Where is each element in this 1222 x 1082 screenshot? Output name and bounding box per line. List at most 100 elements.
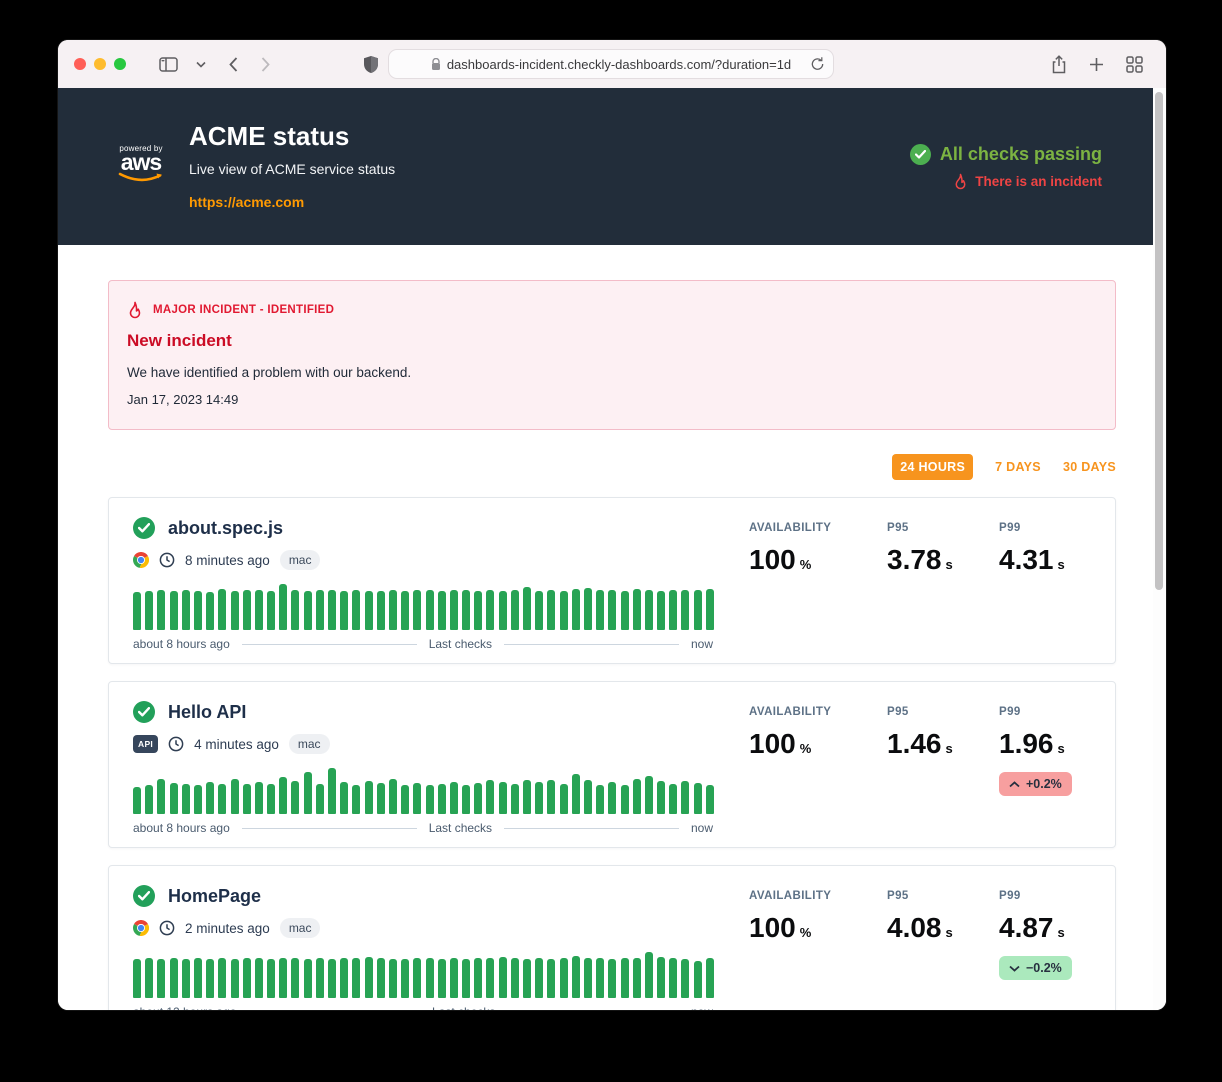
check-result-bar (182, 959, 190, 998)
status-incident-label: There is an incident (975, 174, 1102, 189)
check-result-bar (133, 959, 141, 998)
new-tab-icon[interactable] (1089, 57, 1104, 72)
status-ok-label: All checks passing (940, 144, 1102, 165)
check-result-bar (523, 959, 531, 998)
tab-30-days[interactable]: 30 DAYS (1063, 460, 1116, 474)
check-passing-icon (133, 517, 155, 539)
check-result-bar (279, 958, 287, 998)
check-result-bar (279, 584, 287, 630)
close-window-button[interactable] (74, 58, 86, 70)
chevron-down-icon[interactable] (196, 61, 206, 68)
tab-24-hours[interactable]: 24 HOURS (892, 454, 973, 480)
last-run-time: 4 minutes ago (194, 737, 279, 752)
tab-7-days[interactable]: 7 DAYS (995, 460, 1041, 474)
service-link[interactable]: https://acme.com (189, 194, 304, 210)
check-result-bar (523, 587, 531, 630)
check-result-bar (133, 592, 141, 630)
check-result-bar (633, 958, 641, 998)
check-result-bar (291, 958, 299, 998)
p99-delta-badge-up: +0.2% (999, 772, 1072, 796)
axis-end-label: now (691, 1005, 713, 1010)
incident-date: Jan 17, 2023 14:49 (127, 392, 1097, 407)
axis-mid-label: Last checks (429, 637, 492, 651)
check-result-bar (535, 782, 543, 814)
address-bar[interactable]: dashboards-incident.checkly-dashboards.c… (388, 49, 834, 79)
check-passing-icon (133, 885, 155, 907)
last-run-time: 8 minutes ago (185, 553, 270, 568)
clock-icon (168, 736, 184, 752)
check-result-bar (267, 959, 275, 998)
check-result-bar (450, 590, 458, 630)
check-result-bar (511, 784, 519, 814)
check-result-bar (657, 781, 665, 814)
scrollbar-track[interactable] (1153, 88, 1166, 1010)
chrome-icon (133, 920, 149, 936)
check-result-bar (706, 785, 714, 814)
p99-delta-badge-down: −0.2% (999, 956, 1072, 980)
check-result-bar (291, 590, 299, 630)
check-result-bar (206, 959, 214, 998)
incident-status[interactable]: There is an incident (910, 173, 1102, 190)
share-icon[interactable] (1051, 55, 1067, 74)
check-card-homepage[interactable]: HomePage 2 min (108, 865, 1116, 1010)
check-results-chart[interactable] (133, 952, 713, 998)
check-result-bar (145, 591, 153, 630)
check-name: Hello API (168, 702, 246, 723)
back-icon[interactable] (229, 57, 238, 72)
check-card-hello-api[interactable]: Hello API API 4 minutes ago mac about 8 … (108, 681, 1116, 848)
p99-label: P99 (999, 890, 1091, 902)
check-result-bar (304, 772, 312, 814)
check-result-bar (316, 784, 324, 814)
incident-message: We have identified a problem with our ba… (127, 365, 1097, 380)
check-result-bar (413, 958, 421, 998)
check-results-chart[interactable] (133, 584, 713, 630)
page-subtitle: Live view of ACME service status (189, 161, 910, 177)
check-result-bar (157, 959, 165, 998)
refresh-icon[interactable] (810, 56, 825, 75)
check-result-bar (645, 590, 653, 630)
check-result-bar (389, 779, 397, 814)
incident-title: New incident (127, 331, 1097, 351)
check-result-bar (608, 959, 616, 998)
axis-end-label: now (691, 821, 713, 835)
check-result-bar (401, 959, 409, 998)
check-results-chart[interactable] (133, 768, 713, 814)
browser-toolbar: dashboards-incident.checkly-dashboards.c… (58, 40, 1166, 88)
check-result-bar (145, 785, 153, 814)
check-card-about-spec-js[interactable]: about.spec.js (108, 497, 1116, 664)
check-result-bar (499, 591, 507, 630)
check-result-bar (657, 591, 665, 630)
aws-wordmark: aws (115, 153, 167, 171)
check-result-bar (267, 784, 275, 814)
axis-start-label: about 8 hours ago (133, 637, 230, 651)
check-result-bar (401, 785, 409, 814)
check-result-bar (657, 957, 665, 998)
check-result-bar (584, 780, 592, 814)
check-result-bar (560, 958, 568, 998)
check-result-bar (584, 588, 592, 630)
browser-window: dashboards-incident.checkly-dashboards.c… (58, 40, 1166, 1010)
check-result-bar (389, 590, 397, 630)
check-result-bar (170, 958, 178, 998)
check-result-bar (694, 783, 702, 814)
check-result-bar (218, 589, 226, 630)
scrollbar-thumb[interactable] (1155, 92, 1163, 590)
zoom-window-button[interactable] (114, 58, 126, 70)
check-result-bar (218, 958, 226, 998)
chart-axis: about 8 hours ago Last checks now (133, 821, 713, 835)
minimize-window-button[interactable] (94, 58, 106, 70)
check-result-bar (304, 959, 312, 998)
aws-smile-icon (118, 172, 164, 184)
axis-mid-label: Last checks (432, 1005, 495, 1010)
check-result-bar (535, 591, 543, 630)
check-result-bar (535, 958, 543, 998)
check-result-bar (231, 591, 239, 630)
check-name: HomePage (168, 886, 261, 907)
check-result-bar (401, 591, 409, 630)
incident-kicker: MAJOR INCIDENT - IDENTIFIED (153, 304, 334, 316)
aws-logo: powered by aws (115, 144, 167, 189)
tab-overview-icon[interactable] (1126, 56, 1143, 73)
privacy-shield-icon[interactable] (363, 55, 379, 74)
sidebar-icon[interactable] (159, 57, 178, 72)
check-result-bar (486, 590, 494, 630)
